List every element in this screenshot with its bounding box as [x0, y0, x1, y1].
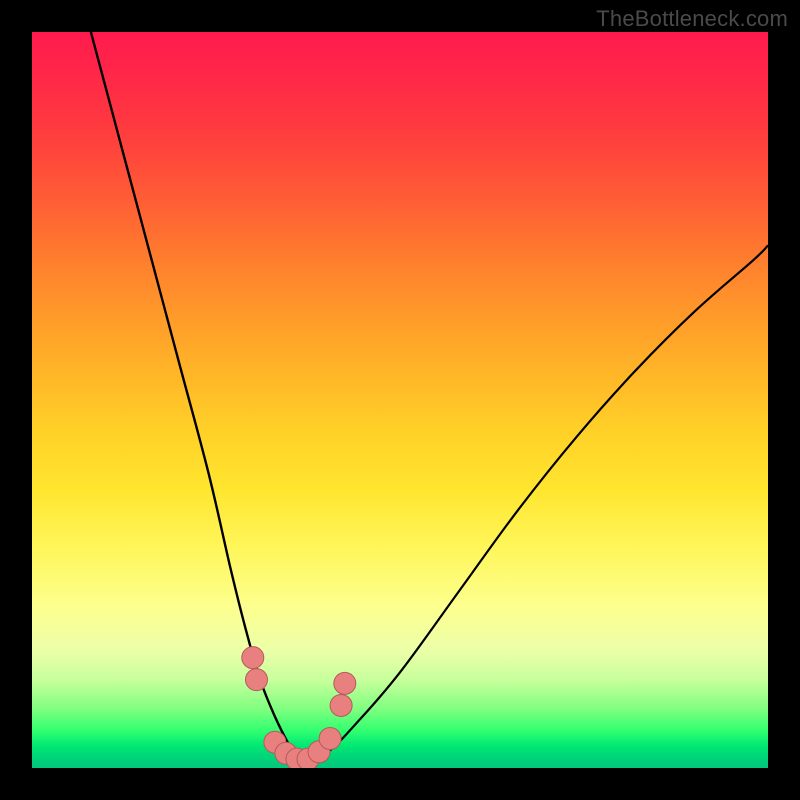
marker-dot: [330, 694, 352, 716]
marker-dot: [334, 672, 356, 694]
plot-area: [32, 32, 768, 768]
marker-group: [242, 647, 356, 768]
marker-dot: [245, 669, 267, 691]
marker-dot: [319, 728, 341, 750]
marker-dot: [242, 647, 264, 669]
watermark-text: TheBottleneck.com: [596, 6, 788, 32]
curve-left-branch: [91, 32, 304, 762]
curve-right-branch: [304, 245, 768, 762]
chart-svg: [32, 32, 768, 768]
chart-frame: TheBottleneck.com: [0, 0, 800, 800]
